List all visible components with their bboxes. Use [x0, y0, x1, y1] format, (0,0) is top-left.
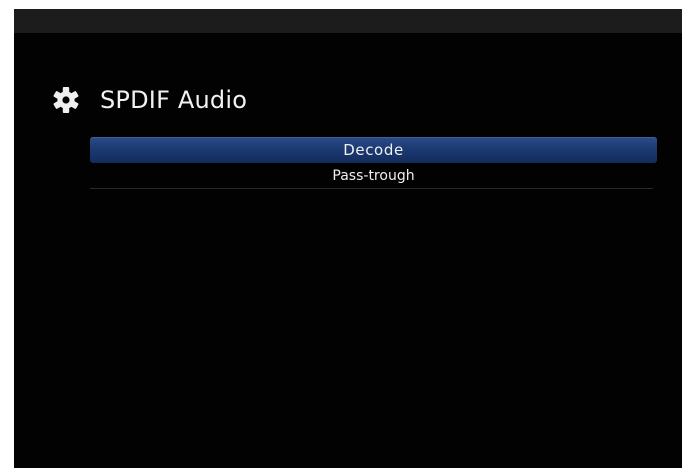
gear-icon	[53, 87, 79, 113]
tv-settings-screen: SPDIF Audio Decode Pass-trough	[14, 9, 682, 468]
option-list: Decode Pass-trough	[90, 137, 657, 189]
option-pass-through[interactable]: Pass-trough	[90, 163, 657, 189]
page-title: SPDIF Audio	[100, 86, 248, 114]
option-decode[interactable]: Decode	[90, 137, 657, 163]
option-divider	[90, 188, 653, 189]
top-bar	[14, 9, 682, 33]
option-label: Decode	[343, 141, 404, 159]
option-label: Pass-trough	[332, 168, 415, 184]
page-header: SPDIF Audio	[52, 85, 247, 115]
